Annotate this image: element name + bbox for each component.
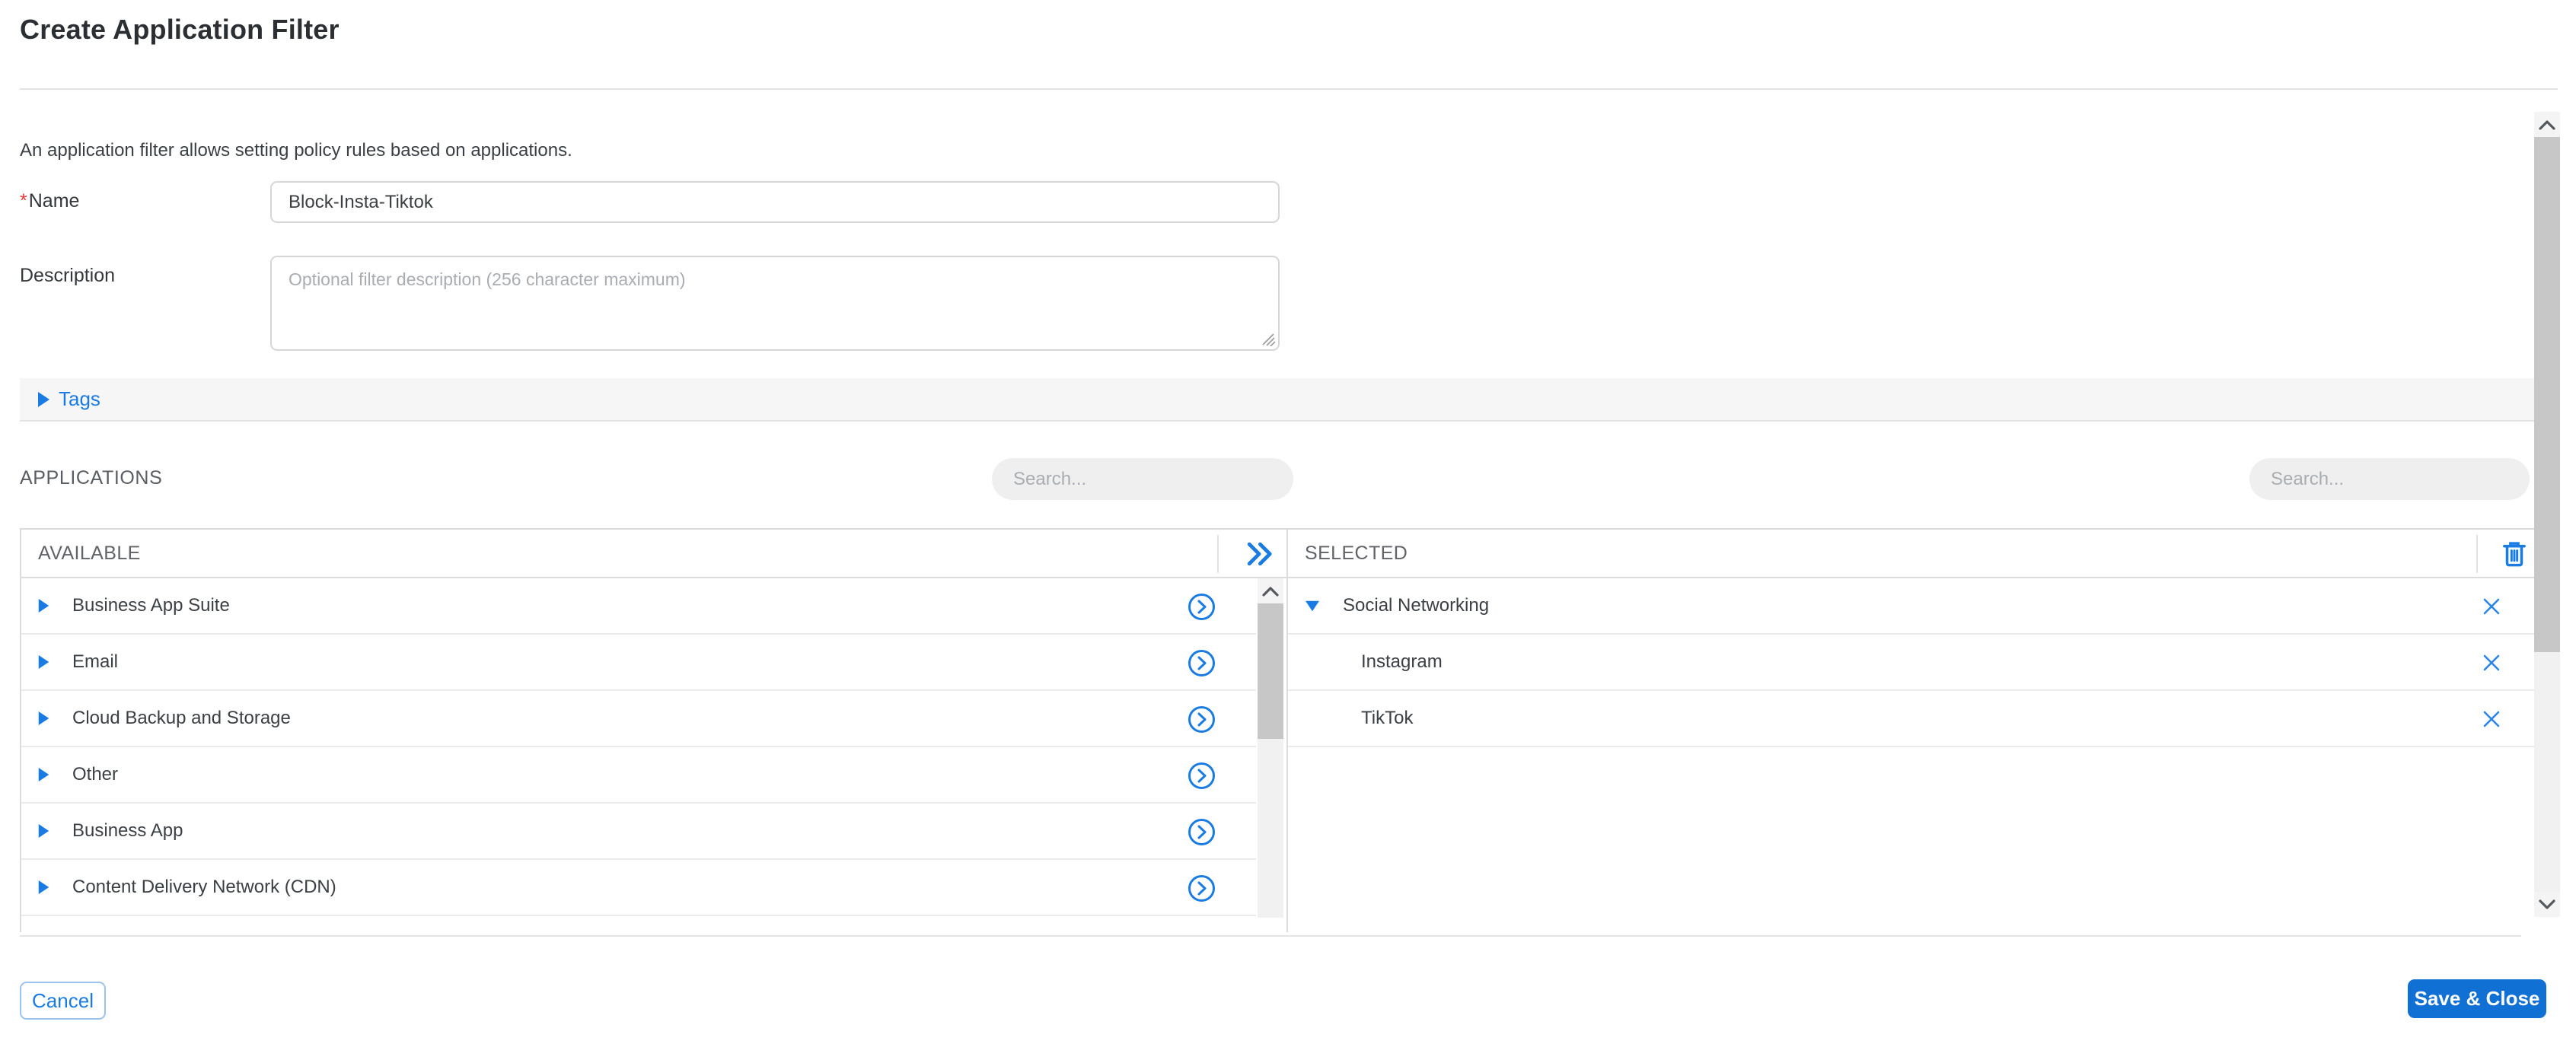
tags-label: Tags xyxy=(59,387,100,410)
available-item-label: Business App xyxy=(72,820,183,841)
available-row[interactable]: Business App xyxy=(21,804,1256,860)
description-field-wrap xyxy=(270,256,1280,351)
name-input[interactable] xyxy=(270,181,1280,223)
caret-right-icon[interactable] xyxy=(38,768,49,781)
selected-panel-title: SELECTED xyxy=(1305,543,1408,564)
caret-right-icon xyxy=(38,391,49,407)
required-asterisk: * xyxy=(20,190,27,212)
caret-right-icon[interactable] xyxy=(38,880,49,894)
available-item-label: Cloud Backup and Storage xyxy=(72,708,291,728)
remove-icon[interactable] xyxy=(2480,651,2503,674)
resize-handle-icon[interactable] xyxy=(1260,331,1275,346)
create-application-filter-dialog: Create Application Filter An application… xyxy=(0,0,2576,1044)
selected-search-input[interactable] xyxy=(2249,468,2530,490)
available-item-label: Email xyxy=(72,651,119,672)
double-chevron-right-icon xyxy=(1247,542,1272,566)
available-list-scrollbar[interactable] xyxy=(1258,578,1283,918)
applications-section-label: APPLICATIONS xyxy=(20,467,163,489)
available-row[interactable]: Other xyxy=(21,747,1256,804)
page-title: Create Application Filter xyxy=(20,14,340,45)
page-scrollbar[interactable] xyxy=(2534,112,2560,917)
scroll-down-button[interactable] xyxy=(2534,892,2560,917)
caret-down-icon[interactable] xyxy=(1306,600,1319,611)
add-circle-icon[interactable] xyxy=(1188,705,1216,734)
scroll-up-button[interactable] xyxy=(2534,112,2560,137)
tags-section: Tags xyxy=(20,378,2535,422)
chevron-down-icon xyxy=(2539,899,2555,909)
name-label: *Name xyxy=(20,190,80,212)
available-row[interactable]: Cloud Backup and Storage xyxy=(21,691,1256,747)
applications-transfer-widget: AVAILABLE SELECTED Business App Suite Em… xyxy=(20,528,2535,932)
scroll-up-button[interactable] xyxy=(1258,578,1283,603)
scrollbar-thumb[interactable] xyxy=(1258,603,1283,739)
selected-group-row[interactable]: Social Networking xyxy=(1288,578,2535,635)
selected-group-label: Social Networking xyxy=(1343,595,1490,616)
selected-child-row[interactable]: TikTok xyxy=(1288,691,2535,747)
remove-icon[interactable] xyxy=(2480,595,2503,618)
header-separator xyxy=(1217,535,1219,573)
scrollbar-thumb[interactable] xyxy=(2534,137,2560,652)
available-item-label: Other xyxy=(72,764,119,785)
available-search xyxy=(992,458,1293,500)
add-circle-icon[interactable] xyxy=(1188,818,1216,846)
available-panel-title: AVAILABLE xyxy=(38,543,141,564)
available-row[interactable]: Email xyxy=(21,635,1256,691)
available-item-label: Content Delivery Network (CDN) xyxy=(72,877,336,897)
selected-child-row[interactable]: Instagram xyxy=(1288,635,2535,691)
move-all-button[interactable] xyxy=(1236,537,1282,571)
save-close-button[interactable]: Save & Close xyxy=(2408,979,2546,1018)
selected-item-label: TikTok xyxy=(1361,708,1414,728)
panels-header: AVAILABLE SELECTED xyxy=(21,530,2535,578)
caret-right-icon[interactable] xyxy=(38,655,49,669)
available-item-label: Business App Suite xyxy=(72,595,230,616)
description-textarea[interactable] xyxy=(270,256,1280,351)
trash-icon xyxy=(2503,542,2526,567)
add-circle-icon[interactable] xyxy=(1188,874,1216,902)
tags-toggle[interactable]: Tags xyxy=(38,387,100,411)
chevron-up-icon xyxy=(2539,119,2555,130)
selected-search xyxy=(2249,458,2530,500)
description-label: Description xyxy=(20,265,116,286)
add-circle-icon[interactable] xyxy=(1188,593,1216,621)
remove-icon[interactable] xyxy=(2480,708,2503,730)
available-search-input[interactable] xyxy=(992,468,1293,490)
cancel-button[interactable]: Cancel xyxy=(20,982,106,1020)
add-circle-icon[interactable] xyxy=(1188,649,1216,677)
chevron-up-icon xyxy=(1262,586,1279,597)
add-circle-icon[interactable] xyxy=(1188,762,1216,790)
header-divider xyxy=(20,88,2558,90)
footer-divider xyxy=(20,935,2521,937)
header-separator xyxy=(2476,535,2478,573)
intro-text: An application filter allows setting pol… xyxy=(20,140,572,161)
available-row[interactable]: Business App Suite xyxy=(21,578,1256,635)
caret-right-icon[interactable] xyxy=(38,824,49,838)
clear-all-button[interactable] xyxy=(2497,538,2532,570)
caret-right-icon[interactable] xyxy=(38,711,49,725)
available-row[interactable]: Content Delivery Network (CDN) xyxy=(21,860,1256,916)
caret-right-icon[interactable] xyxy=(38,599,49,613)
selected-item-label: Instagram xyxy=(1361,651,1443,672)
